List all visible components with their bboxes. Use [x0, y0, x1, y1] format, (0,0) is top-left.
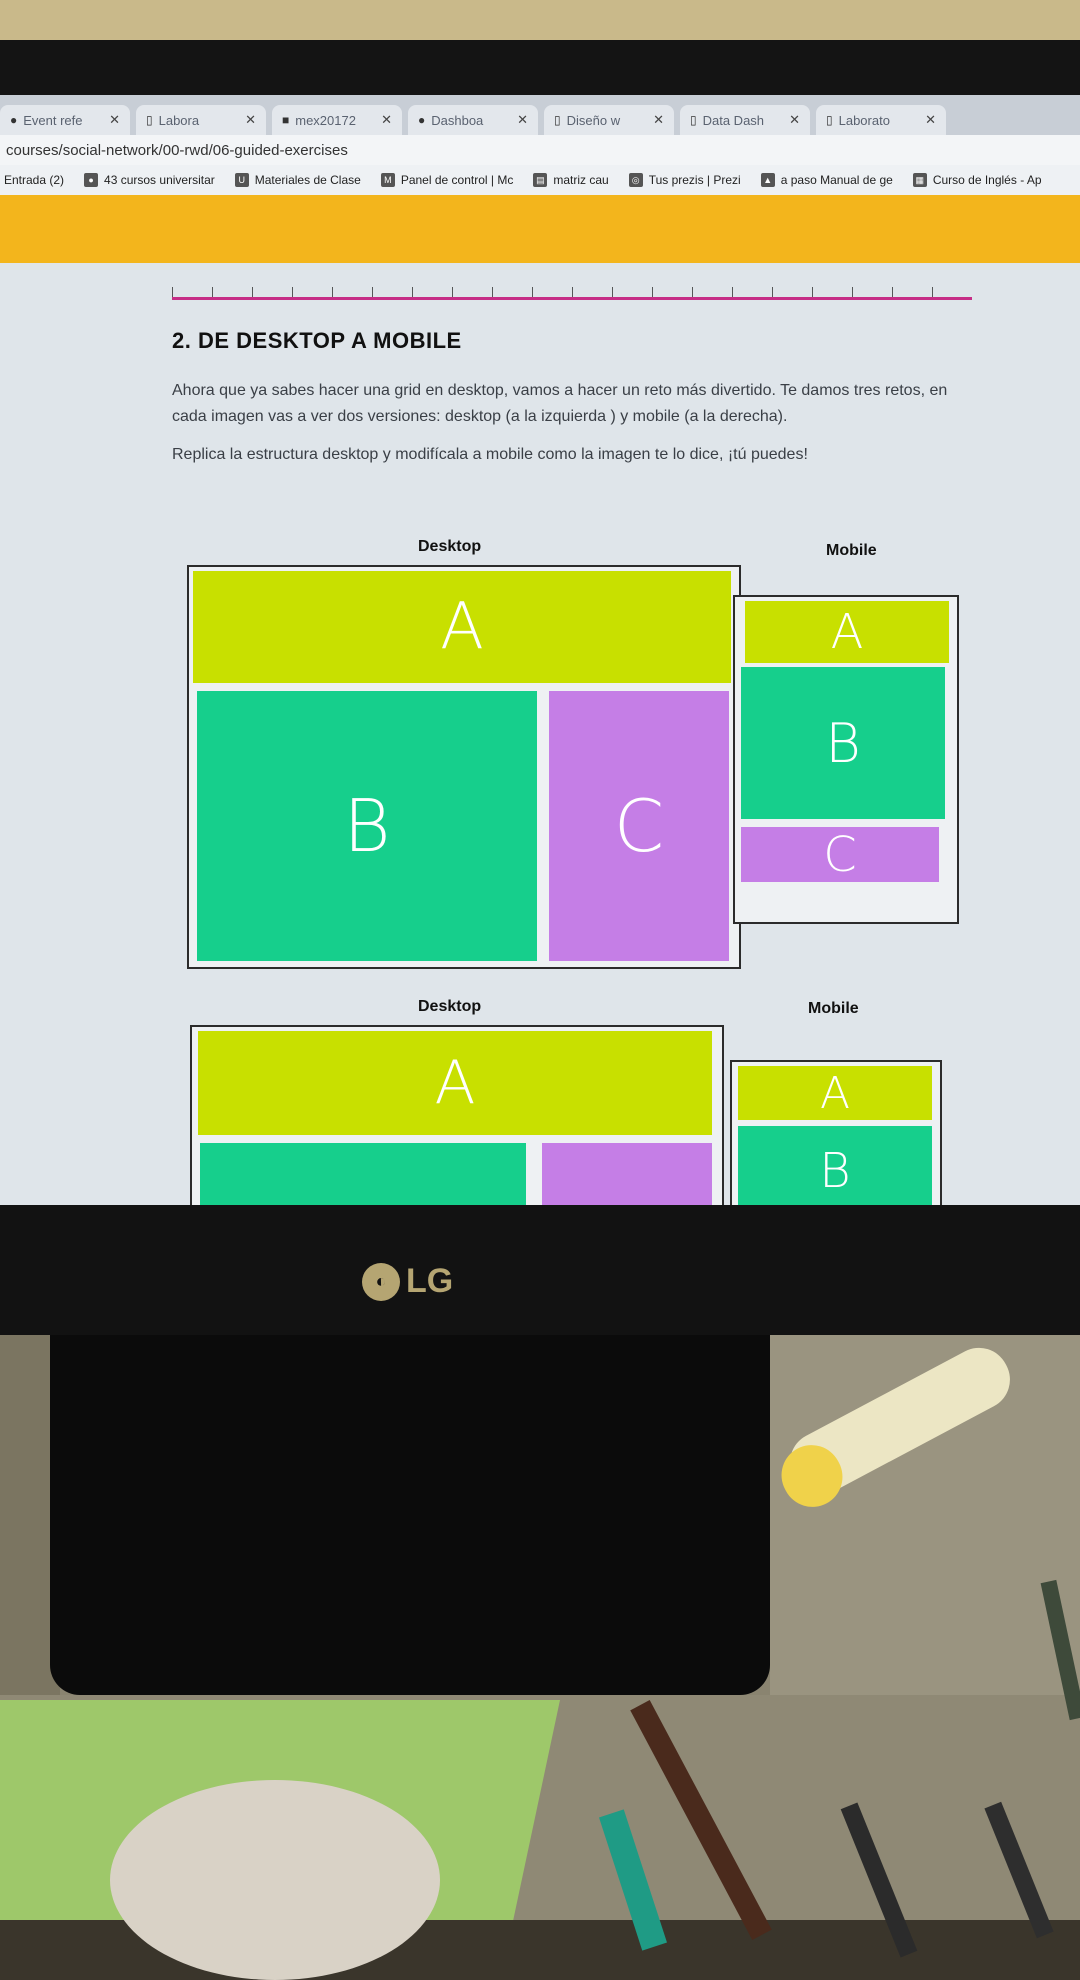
browser-tab[interactable]: ▯ Data Dash ✕ [680, 105, 810, 135]
document-icon: ▯ [554, 113, 561, 127]
block-c: C [741, 827, 939, 883]
desktop-grid-2: A [190, 1025, 724, 1205]
address-bar[interactable]: courses/social-network/00-rwd/06-guided-… [0, 135, 1080, 165]
mobile-caption: Mobile [826, 542, 877, 559]
document-icon: ▯ [690, 113, 697, 127]
close-icon[interactable]: ✕ [381, 112, 392, 128]
bookmark-item[interactable]: U Materiales de Clase [234, 173, 361, 187]
monitor-logo: ◐ LG [362, 1262, 453, 1301]
bookmark-label: 43 cursos universitar [104, 173, 215, 187]
browser-tab[interactable]: ▯ Labora ✕ [136, 105, 266, 135]
block-b: B [738, 1126, 932, 1205]
desktop-grid-1: A B C [187, 565, 741, 969]
block-a: A [745, 601, 949, 663]
desktop-caption: Desktop [418, 998, 482, 1015]
bookmark-item[interactable]: Entrada (2) [4, 173, 64, 187]
doc-icon: ▤ [533, 173, 548, 187]
monitor-brand: LG [406, 1262, 454, 1300]
prezi-icon: ◎ [628, 173, 643, 187]
bookmark-label: Materiales de Clase [254, 173, 361, 187]
mobile-grid-2: A B [730, 1060, 942, 1205]
block-b [200, 1143, 526, 1205]
computer-mouse [110, 1780, 440, 1980]
block-a: A [198, 1031, 712, 1135]
tab-label: Data Dash [702, 112, 765, 128]
intro-paragraph: Ahora que ya sabes hacer una grid en des… [172, 382, 948, 425]
app-icon: ■ [282, 113, 290, 127]
globe-icon: ● [84, 173, 99, 187]
close-icon[interactable]: ✕ [517, 112, 528, 128]
bookmark-label: Tus prezis | Prezi [648, 173, 741, 187]
tab-label: Diseño w [566, 112, 621, 128]
browser-tab-bar: ● Event refe ✕ ▯ Labora ✕ ■ mex20172 ✕ ●… [0, 95, 1080, 135]
block-a: A [193, 571, 731, 683]
bookmark-label: Entrada (2) [4, 173, 65, 187]
github-icon: ● [10, 113, 18, 127]
browser-tab[interactable]: ■ mex20172 ✕ [272, 105, 402, 135]
monitor-stand [50, 1335, 770, 1695]
browser-tab[interactable]: ▯ Diseño w ✕ [544, 105, 674, 135]
book-icon: ▦ [912, 173, 927, 187]
mx-icon: M [380, 173, 395, 187]
block-b: B [741, 667, 945, 819]
browser-tab[interactable]: ● Event refe ✕ [0, 105, 130, 135]
browser-tab[interactable]: ▯ Laborato ✕ [816, 105, 946, 135]
wall [0, 0, 1080, 40]
close-icon[interactable]: ✕ [245, 112, 256, 128]
block-a: A [738, 1066, 932, 1120]
bookmark-item[interactable]: ▦ Curso de Inglés - Ap [912, 173, 1042, 187]
bookmark-item[interactable]: M Panel de control | Mc [380, 173, 514, 187]
bookmark-label: Panel de control | Mc [400, 173, 514, 187]
site-header [0, 195, 1080, 263]
mobile-caption: Mobile [808, 1000, 859, 1017]
desktop-caption: Desktop [418, 538, 482, 555]
monitor-top-bezel [0, 40, 1080, 95]
tab-label: Event refe [23, 112, 83, 128]
close-icon[interactable]: ✕ [925, 112, 936, 128]
uc-icon: U [234, 173, 249, 187]
tab-label: Labora [158, 112, 200, 128]
bookmark-item[interactable]: ● 43 cursos universitar [84, 173, 215, 187]
close-icon[interactable]: ✕ [109, 112, 120, 128]
lesson-content: 2. DE DESKTOP A MOBILE Ahora que ya sabe… [172, 300, 992, 464]
bookmark-label: Curso de Inglés - Ap [932, 173, 1042, 187]
bookmark-item[interactable]: ▤ matriz cau [533, 173, 609, 187]
close-icon[interactable]: ✕ [789, 112, 800, 128]
document-icon: ▯ [146, 113, 153, 127]
mobile-grid-1: A B C [733, 595, 959, 924]
tab-label: Laborato [838, 112, 890, 128]
bookmark-label: matriz cau [553, 173, 609, 187]
block-c: C [549, 691, 729, 961]
github-icon: ● [418, 113, 426, 127]
document-icon: ▯ [826, 113, 833, 127]
bookmark-item[interactable]: ◎ Tus prezis | Prezi [628, 173, 741, 187]
section-title: 2. DE DESKTOP A MOBILE [172, 328, 462, 353]
block-b: B [197, 691, 537, 961]
bookmark-label: a paso Manual de ge [780, 173, 893, 187]
block-c [542, 1143, 712, 1205]
tree-icon: ▲ [760, 173, 775, 187]
monitor-screen: ● Event refe ✕ ▯ Labora ✕ ■ mex20172 ✕ ●… [0, 95, 1080, 1205]
bookmark-item[interactable]: ▲ a paso Manual de ge [760, 173, 893, 187]
browser-tab[interactable]: ● Dashboa ✕ [408, 105, 538, 135]
lg-logo-icon: ◐ [362, 1262, 400, 1301]
url-text: courses/social-network/00-rwd/06-guided-… [6, 141, 348, 159]
instruction-paragraph: Replica la estructura desktop y modifíca… [172, 446, 808, 463]
close-icon[interactable]: ✕ [653, 112, 664, 128]
progress-ruler [172, 287, 972, 300]
tab-label: mex20172 [295, 112, 356, 128]
monitor-bottom-bezel [0, 1205, 1080, 1335]
tab-label: Dashboa [431, 112, 484, 128]
bookmarks-bar: Entrada (2) ● 43 cursos universitar U Ma… [0, 165, 1080, 195]
